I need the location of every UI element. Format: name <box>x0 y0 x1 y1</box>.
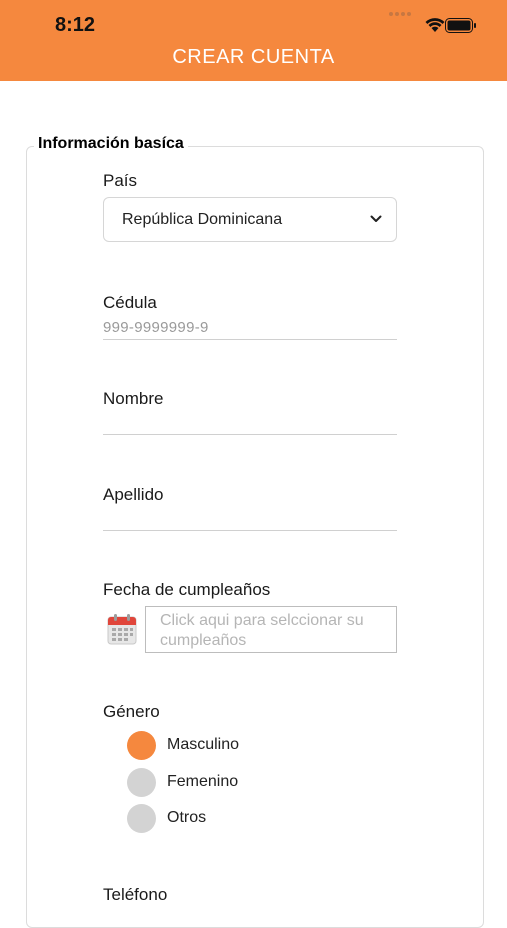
apellido-underline <box>103 530 397 531</box>
basic-info-section <box>26 146 484 928</box>
nombre-underline <box>103 434 397 435</box>
gender-label: Género <box>103 702 160 721</box>
cedula-underline <box>103 339 397 340</box>
gender-radio-otros[interactable] <box>127 804 156 833</box>
birthday-input[interactable]: Click aqui para selccionar su cumpleaños <box>145 606 397 653</box>
apellido-input[interactable] <box>103 508 397 530</box>
section-title: Información basíca <box>34 135 188 153</box>
battery-icon <box>445 18 476 33</box>
chevron-down-icon <box>370 215 382 222</box>
phone-label: Teléfono <box>103 885 168 904</box>
page-title: CREAR CUENTA <box>172 46 335 68</box>
cellular-signal-icon <box>389 12 411 16</box>
birthday-label: Fecha de cumpleaños <box>103 580 271 599</box>
gender-option-label[interactable]: Otros <box>167 809 206 827</box>
country-selected-value: República Dominicana <box>122 211 283 228</box>
gender-radio-masculino[interactable] <box>127 731 156 760</box>
gender-option-label[interactable]: Femenino <box>167 773 238 791</box>
wifi-icon <box>425 18 445 32</box>
gender-radio-femenino[interactable] <box>127 768 156 797</box>
app-header: 8:12 CREAR CUENTA <box>0 0 507 81</box>
nombre-input[interactable] <box>103 412 397 434</box>
apellido-label: Apellido <box>103 485 164 504</box>
birthday-placeholder: Click aqui para selccionar su cumpleaños <box>160 612 364 649</box>
cedula-label: Cédula <box>103 293 157 312</box>
status-time: 8:12 <box>55 14 96 36</box>
gender-option-label[interactable]: Masculino <box>167 736 239 754</box>
country-select[interactable]: República Dominicana <box>103 197 397 242</box>
cedula-input[interactable]: 999-9999999-9 <box>103 319 209 336</box>
country-label: País <box>103 171 138 190</box>
calendar-icon[interactable] <box>107 613 137 645</box>
nombre-label: Nombre <box>103 389 164 408</box>
